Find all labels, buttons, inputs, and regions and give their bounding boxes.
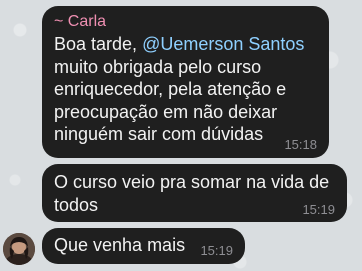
message-timestamp: 15:18 xyxy=(284,137,317,152)
message-line: preocupação em não deixar xyxy=(54,101,278,122)
message-line: muito obrigada pelo curso xyxy=(54,56,262,77)
message-timestamp: 15:19 xyxy=(302,202,335,217)
message-text: O curso veio pra somar na vida de todos xyxy=(54,171,335,216)
message-line: Boa tarde, @Uemerson Santos xyxy=(54,33,317,56)
message-text: Boa tarde, @Uemerson Santos muito obriga… xyxy=(54,33,317,146)
user-mention[interactable]: @Uemerson Santos xyxy=(142,34,304,54)
message-bubble[interactable]: Que venha mais 15:19 xyxy=(42,228,245,264)
message-timestamp: 15:19 xyxy=(200,243,233,258)
avatar-photo-icon xyxy=(3,233,35,265)
message-line-text: Boa tarde, xyxy=(54,34,143,54)
sender-avatar[interactable] xyxy=(3,233,35,265)
message-bubble[interactable]: O curso veio pra somar na vida de todos … xyxy=(42,164,347,222)
sender-name[interactable]: ~ Carla xyxy=(54,12,317,31)
message-line: O curso veio pra somar na vida de xyxy=(54,172,330,192)
message-line: todos xyxy=(54,194,99,215)
message-line: enriquecedor, pela atenção e xyxy=(54,79,287,99)
message-bubble[interactable]: ~ Carla Boa tarde, @Uemerson Santos muit… xyxy=(42,6,329,158)
message-line: ninguém sair com dúvidas xyxy=(54,124,264,144)
